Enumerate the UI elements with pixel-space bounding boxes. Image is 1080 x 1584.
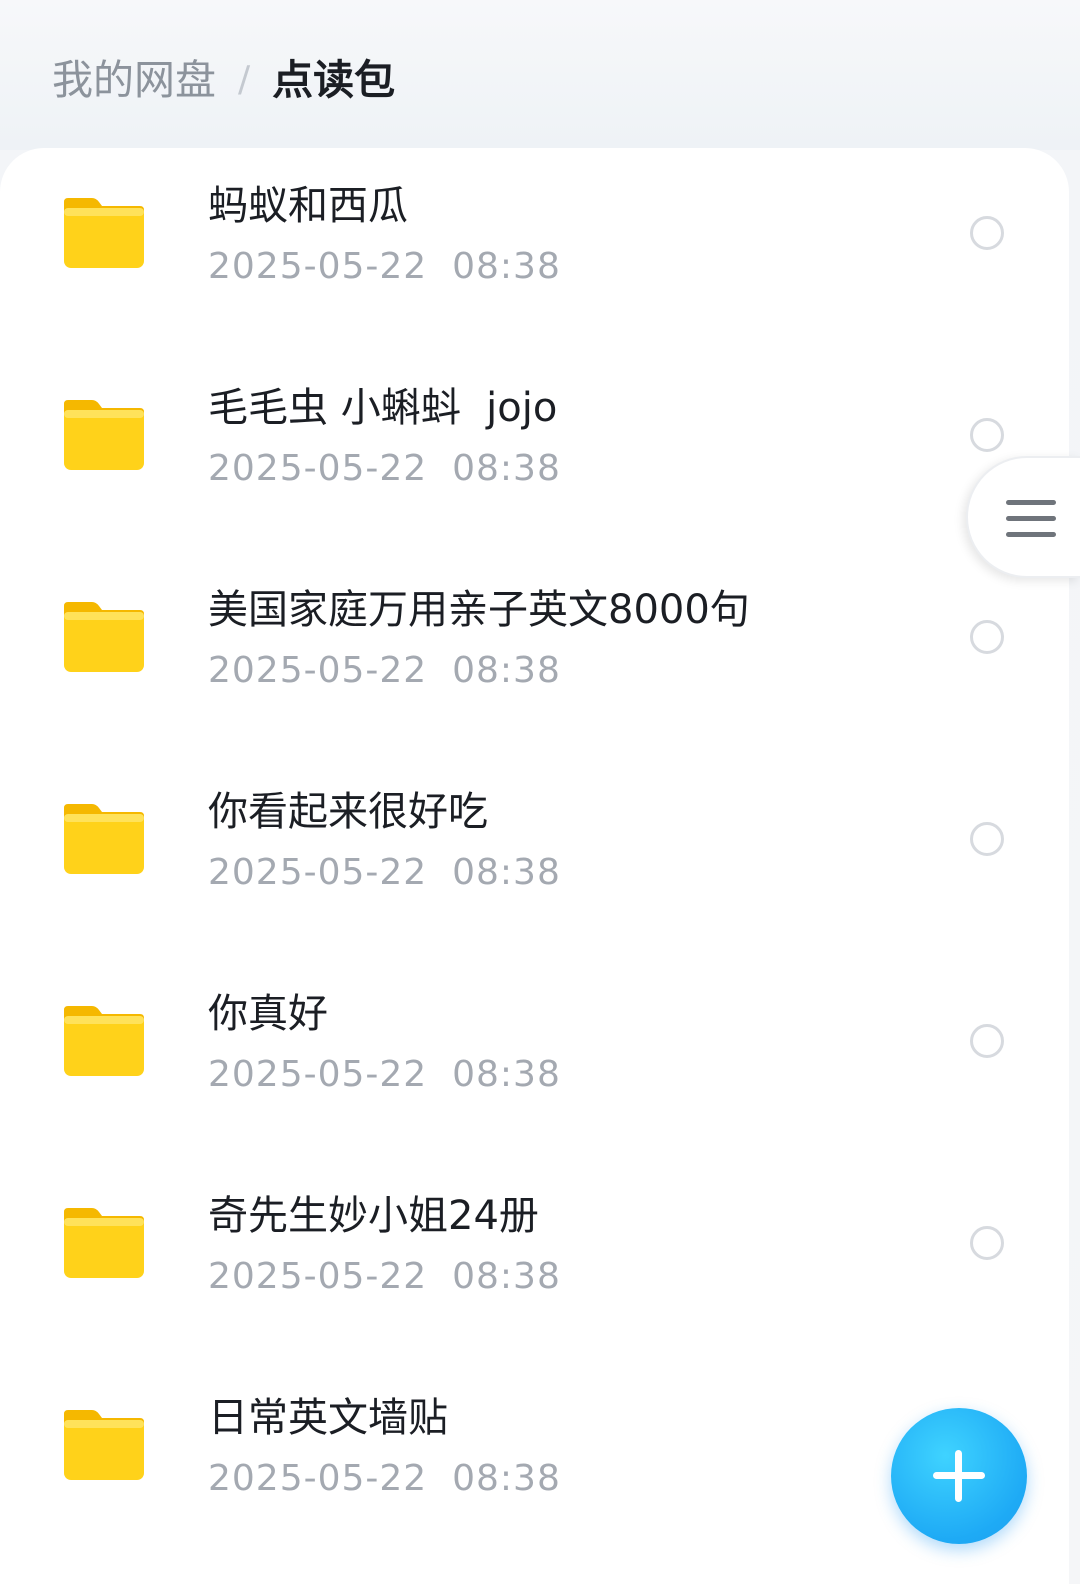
select-radio[interactable] bbox=[970, 1226, 1004, 1260]
file-list: 蚂蚁和西瓜 2025-05-22 08:38 毛毛虫 小蝌蚪 jojo 2025-05… bbox=[0, 148, 1069, 1562]
select-radio[interactable] bbox=[970, 620, 1004, 654]
breadcrumb-root-link[interactable]: 我的网盘 bbox=[52, 52, 216, 108]
file-name: 美国家庭万用亲子英文8000句 bbox=[208, 587, 750, 633]
file-name: 日常英文墙贴 bbox=[208, 1395, 448, 1441]
file-modified-time: 2025-05-22 08:38 bbox=[208, 1256, 561, 1297]
file-name: 毛毛虫 小蝌蚪 jojo bbox=[208, 385, 558, 431]
side-menu-tab[interactable] bbox=[966, 456, 1080, 578]
file-name: 奇先生妙小姐24册 bbox=[208, 1193, 539, 1239]
folder-icon bbox=[64, 1006, 144, 1076]
file-modified-time: 2025-05-22 08:38 bbox=[208, 246, 561, 287]
plus-icon bbox=[933, 1450, 985, 1502]
folder-icon bbox=[64, 804, 144, 874]
file-list-panel: 蚂蚁和西瓜 2025-05-22 08:38 毛毛虫 小蝌蚪 jojo 2025-05… bbox=[0, 148, 1069, 1584]
folder-icon bbox=[64, 400, 144, 470]
breadcrumb: 我的网盘 / 点读包 bbox=[52, 52, 395, 108]
file-row[interactable]: 奇先生妙小姐24册 2025-05-22 08:38 bbox=[0, 1158, 1069, 1360]
file-row[interactable]: 蚂蚁和西瓜 2025-05-22 08:38 bbox=[0, 148, 1069, 350]
select-radio[interactable] bbox=[970, 822, 1004, 856]
breadcrumb-current: 点读包 bbox=[272, 56, 396, 104]
file-modified-time: 2025-05-22 08:38 bbox=[208, 650, 561, 691]
header: 我的网盘 / 点读包 bbox=[0, 0, 1080, 150]
file-name: 蚂蚁和西瓜 bbox=[208, 183, 408, 229]
file-modified-time: 2025-05-22 08:38 bbox=[208, 1054, 561, 1095]
folder-icon bbox=[64, 1208, 144, 1278]
breadcrumb-separator: / bbox=[238, 59, 251, 100]
file-row[interactable]: 毛毛虫 小蝌蚪 jojo 2025-05-22 08:38 bbox=[0, 350, 1069, 552]
file-row[interactable]: 你真好 2025-05-22 08:38 bbox=[0, 956, 1069, 1158]
add-button[interactable] bbox=[891, 1408, 1027, 1544]
file-row[interactable]: 美国家庭万用亲子英文8000句 2025-05-22 08:38 bbox=[0, 552, 1069, 754]
file-row[interactable]: 你看起来很好吃 2025-05-22 08:38 bbox=[0, 754, 1069, 956]
file-modified-time: 2025-05-22 08:38 bbox=[208, 448, 561, 489]
select-radio[interactable] bbox=[970, 418, 1004, 452]
select-radio[interactable] bbox=[970, 216, 1004, 250]
file-modified-time: 2025-05-22 08:38 bbox=[208, 852, 561, 893]
folder-icon bbox=[64, 198, 144, 268]
folder-icon bbox=[64, 1410, 144, 1480]
select-radio[interactable] bbox=[970, 1024, 1004, 1058]
file-name: 你看起来很好吃 bbox=[208, 789, 488, 835]
file-modified-time: 2025-05-22 08:38 bbox=[208, 1458, 561, 1499]
folder-icon bbox=[64, 602, 144, 672]
file-name: 你真好 bbox=[208, 991, 328, 1037]
